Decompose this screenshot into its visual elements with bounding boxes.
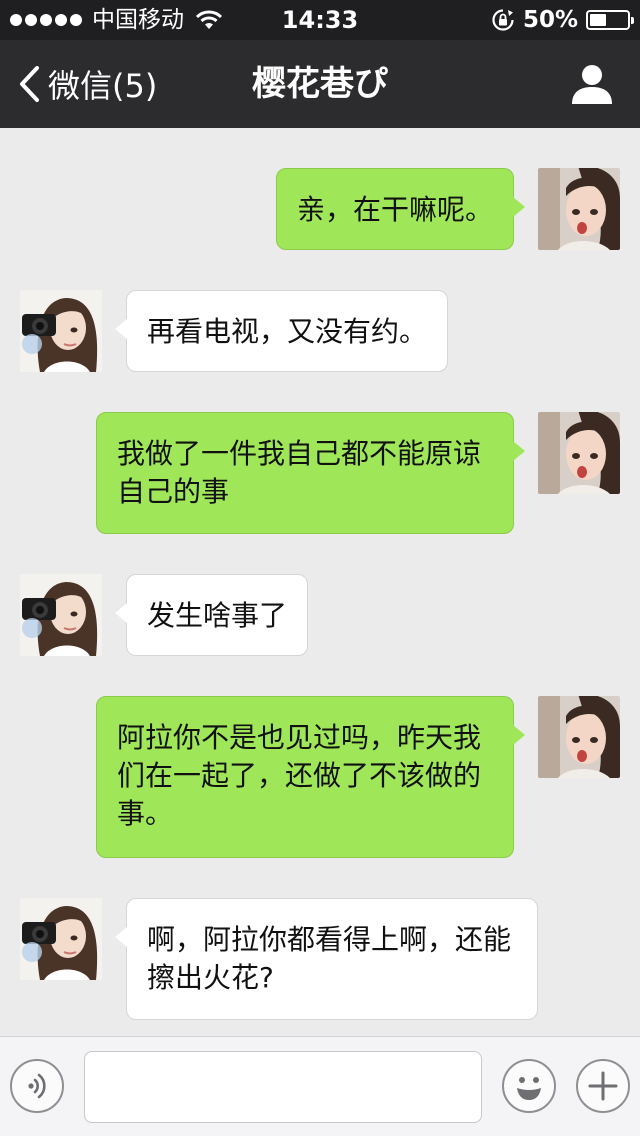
outgoing-bubble[interactable]: 亲，在干嘛呢。 [276,168,525,250]
contact-avatar[interactable] [20,574,102,656]
voice-icon [28,1073,46,1099]
status-bar: 中国移动 14:33 50% [0,0,640,40]
battery-nub [631,17,634,24]
back-label: 微信(5) [48,67,158,105]
nav-bar: 微信(5) 樱花巷ぴ [0,40,640,128]
input-bar [0,1036,640,1136]
outgoing-bubble[interactable]: 阿拉你不是也见过吗，昨天我们在一起了，还做了不该做的事。 [96,696,525,858]
battery-icon [586,10,634,30]
my-avatar[interactable] [538,412,620,494]
back-chevron-icon [20,66,39,102]
emoji-icon [517,1077,541,1100]
voice-button[interactable] [10,1059,64,1113]
back-button[interactable]: 微信(5) [18,40,157,128]
message-input[interactable] [84,1051,482,1123]
chat-area[interactable]: 亲，在干嘛呢。 再看电视，又没有约。 我做了一件我自己都不能原谅自己的事 发生啥… [0,128,640,1036]
rotation-lock-icon [492,9,514,31]
battery-fill [590,14,606,26]
battery-percent: 50% [522,7,578,33]
contact-avatar[interactable] [20,898,102,980]
plus-icon [588,1071,618,1101]
my-avatar[interactable] [538,168,620,250]
incoming-bubble[interactable]: 再看电视，又没有约。 [115,290,448,372]
incoming-bubble[interactable]: 发生啥事了 [115,574,308,656]
more-button[interactable] [576,1059,630,1113]
contact-avatar[interactable] [20,290,102,372]
profile-icon[interactable] [570,62,614,106]
my-avatar[interactable] [538,696,620,778]
emoji-button[interactable] [502,1059,556,1113]
outgoing-bubble[interactable]: 我做了一件我自己都不能原谅自己的事 [96,412,525,534]
status-right: 50% [491,7,634,33]
incoming-bubble[interactable]: 啊，阿拉你都看得上啊，还能擦出火花? [115,898,538,1020]
